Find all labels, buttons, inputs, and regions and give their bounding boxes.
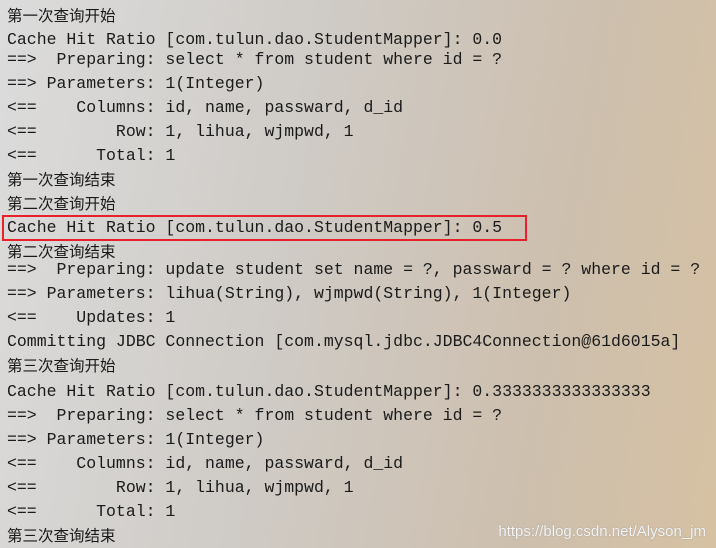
log-line: <== Updates: 1 [7,308,176,327]
log-line: ==> Preparing: select * from student whe… [7,406,503,425]
log-line: ==> Parameters: 1(Integer) [7,430,265,449]
highlight-box [2,215,527,241]
log-line: <== Columns: id, name, passward, d_id [7,98,404,117]
log-line: 第三次查询开始 [7,357,116,375]
log-line: 第一次查询开始 [7,7,116,25]
log-line: 第二次查询结束 [7,243,116,261]
log-line: ==> Preparing: update student set name =… [7,260,701,279]
log-line: <== Row: 1, lihua, wjmpwd, 1 [7,478,354,497]
watermark: https://blog.csdn.net/Alyson_jm [498,523,706,540]
log-line: <== Row: 1, lihua, wjmpwd, 1 [7,122,354,141]
log-line: Committing JDBC Connection [com.mysql.jd… [7,332,681,351]
log-line: 第三次查询结束 [7,527,116,545]
log-line: 第二次查询开始 [7,195,116,213]
log-line: <== Columns: id, name, passward, d_id [7,454,404,473]
log-line: Cache Hit Ratio [com.tulun.dao.StudentMa… [7,382,651,401]
log-line: ==> Parameters: lihua(String), wjmpwd(St… [7,284,572,303]
log-line: <== Total: 1 [7,502,176,521]
log-line: Cache Hit Ratio [com.tulun.dao.StudentMa… [7,30,503,49]
log-line: <== Total: 1 [7,146,176,165]
log-line: 第一次查询结束 [7,171,116,189]
log-line: ==> Parameters: 1(Integer) [7,74,265,93]
log-line: ==> Preparing: select * from student whe… [7,50,503,69]
